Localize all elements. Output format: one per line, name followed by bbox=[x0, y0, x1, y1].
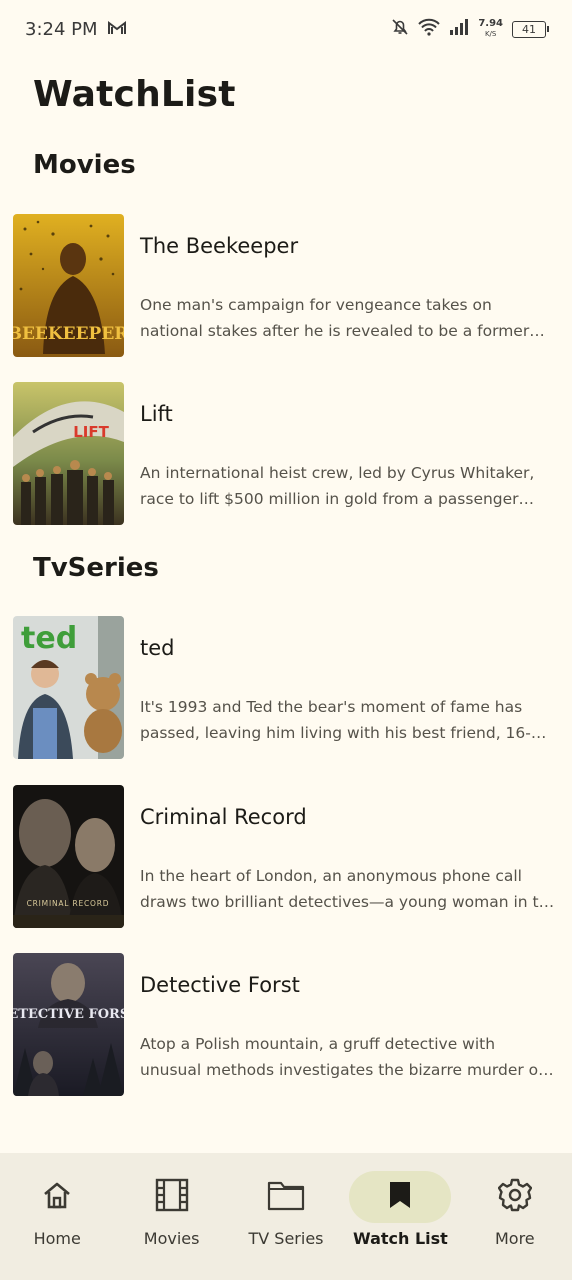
battery-level: 41 bbox=[522, 22, 536, 36]
wifi-icon bbox=[418, 18, 441, 40]
poster-image: CRIMINAL RECORD bbox=[13, 785, 124, 928]
poster-title-text: ted bbox=[21, 621, 77, 656]
nav-tv-series[interactable]: TV Series bbox=[229, 1153, 343, 1280]
poster-image: LIFT bbox=[13, 382, 124, 525]
poster-title-text: DETECTIVE FORST bbox=[13, 1007, 124, 1022]
section-title-movies: Movies bbox=[33, 150, 136, 180]
poster-title-text: CRIMINAL RECORD bbox=[27, 899, 110, 908]
nav-label: TV Series bbox=[248, 1229, 324, 1248]
nav-pill bbox=[235, 1171, 337, 1223]
bookmark-icon bbox=[388, 1180, 412, 1214]
nav-pill-active bbox=[349, 1171, 452, 1223]
item-description: Atop a Polish mountain, a gruff detectiv… bbox=[140, 1035, 559, 1079]
item-title: Lift bbox=[140, 402, 173, 426]
item-title: ted bbox=[140, 636, 175, 660]
nav-pill bbox=[464, 1171, 566, 1223]
watchlist-item-the-beekeeper[interactable]: BEEKEEPER The Beekeeper One man's campai… bbox=[13, 214, 559, 357]
nav-pill bbox=[121, 1171, 223, 1223]
nav-movies[interactable]: Movies bbox=[114, 1153, 228, 1280]
nav-label: Home bbox=[33, 1229, 81, 1248]
battery-icon: 41 bbox=[512, 20, 549, 38]
page-title: WatchList bbox=[33, 74, 236, 115]
nav-label: More bbox=[494, 1229, 535, 1248]
watchlist-item-ted[interactable]: ted ted It's 1993 and Ted the bear's mom… bbox=[13, 616, 559, 759]
bottom-navigation: Home Movies TV Series Watch List More bbox=[0, 1153, 572, 1280]
gear-icon bbox=[497, 1178, 533, 1216]
watchlist-item-detective-forst[interactable]: DETECTIVE FORST Detective Forst Atop a P… bbox=[13, 953, 559, 1096]
poster-title-text: LIFT bbox=[73, 423, 109, 441]
home-icon bbox=[41, 1180, 73, 1214]
nav-more[interactable]: More bbox=[458, 1153, 572, 1280]
nav-label: Movies bbox=[143, 1229, 200, 1248]
poster-image: DETECTIVE FORST bbox=[13, 953, 124, 1096]
folder-icon bbox=[267, 1179, 305, 1215]
nav-watch-list[interactable]: Watch List bbox=[343, 1153, 457, 1280]
item-title: Detective Forst bbox=[140, 973, 300, 997]
section-title-tvseries: TvSeries bbox=[33, 553, 159, 583]
gmail-icon bbox=[107, 19, 126, 40]
net-speed: 7.94 K/S bbox=[478, 19, 503, 39]
status-bar: 3:24 PM 7.94 K/S 41 bbox=[0, 0, 572, 58]
item-description: An international heist crew, led by Cyru… bbox=[140, 464, 535, 508]
net-speed-value: 7.94 bbox=[478, 18, 503, 29]
item-title: Criminal Record bbox=[140, 805, 307, 829]
watchlist-item-lift[interactable]: LIFT Lift An international heist crew, l… bbox=[13, 382, 559, 525]
nav-pill bbox=[6, 1171, 108, 1223]
nav-home[interactable]: Home bbox=[0, 1153, 114, 1280]
poster-image: ted bbox=[13, 616, 124, 759]
item-description: In the heart of London, an anonymous pho… bbox=[140, 867, 558, 911]
net-speed-unit: K/S bbox=[484, 30, 497, 38]
signal-icon bbox=[449, 18, 469, 40]
item-description: One man's campaign for vengeance takes o… bbox=[140, 296, 530, 340]
poster-title-text: BEEKEEPER bbox=[13, 324, 124, 344]
item-description: It's 1993 and Ted the bear's moment of f… bbox=[140, 698, 531, 742]
watchlist-item-criminal-record[interactable]: CRIMINAL RECORD Criminal Record In the h… bbox=[13, 785, 559, 928]
nav-label: Watch List bbox=[353, 1229, 448, 1248]
film-icon bbox=[155, 1178, 189, 1216]
poster-image: BEEKEEPER bbox=[13, 214, 124, 357]
item-title: The Beekeeper bbox=[140, 234, 299, 258]
mute-bell-icon bbox=[391, 18, 409, 40]
status-time: 3:24 PM bbox=[25, 18, 98, 40]
